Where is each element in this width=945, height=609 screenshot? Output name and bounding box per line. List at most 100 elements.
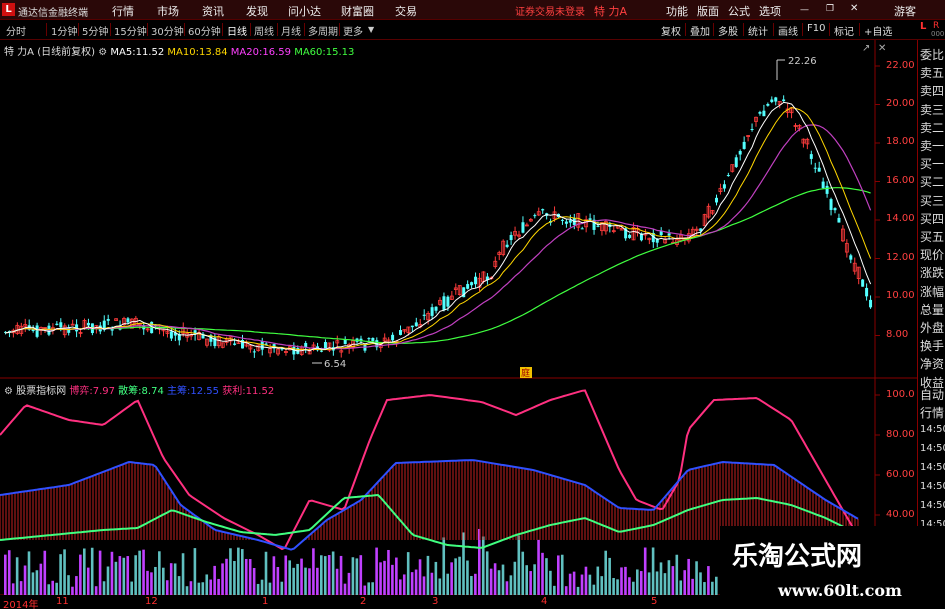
quote-field-label: 涨跌 <box>920 266 945 281</box>
event-marker[interactable]: 庭 <box>521 367 530 379</box>
volume-bar <box>47 584 51 595</box>
menu-ask[interactable]: 问小达 <box>288 3 321 19</box>
volume-bar <box>474 573 477 595</box>
volume-bar <box>209 579 212 595</box>
tab-intraday[interactable]: 分时 <box>6 23 26 38</box>
volume-bar <box>355 558 359 595</box>
candle-body <box>667 233 671 236</box>
candle-body <box>446 296 450 307</box>
price-tick: 10.00 <box>886 290 915 301</box>
tab-more[interactable]: 更多 <box>343 23 363 38</box>
candle-body <box>470 282 474 286</box>
restore-icon[interactable]: ❐ <box>826 4 834 14</box>
corner-l-label: L <box>920 21 927 32</box>
tab-5min[interactable]: 5分钟 <box>82 23 108 38</box>
mark-button[interactable]: 标记 <box>834 23 854 38</box>
volume-bar <box>553 585 556 595</box>
low-price-marker: 6.54 <box>324 359 346 370</box>
game-label: 博弈: <box>69 386 93 397</box>
tab-15min[interactable]: 15分钟 <box>114 23 147 38</box>
volume-bar <box>7 550 11 595</box>
tab-multi-period[interactable]: 多周期 <box>308 23 338 38</box>
multi-stock-button[interactable]: 多股 <box>718 23 738 38</box>
candle-body <box>813 167 817 169</box>
function-button[interactable]: 功能 <box>666 3 688 19</box>
tab-weekly[interactable]: 周线 <box>254 23 274 38</box>
formula-button[interactable]: 公式 <box>728 3 750 19</box>
draw-line-button[interactable]: 画线 <box>778 23 798 38</box>
statistics-button[interactable]: 统计 <box>748 23 768 38</box>
volume-bar <box>560 554 564 595</box>
volume-bar <box>485 551 489 595</box>
volume-bar <box>636 569 639 595</box>
candle-body <box>588 218 592 220</box>
tab-monthly[interactable]: 月线 <box>281 23 301 38</box>
candle-body <box>422 314 426 316</box>
candle-body <box>86 322 90 326</box>
menu-market[interactable]: 市场 <box>157 3 179 19</box>
menu-news[interactable]: 资讯 <box>202 3 224 19</box>
indicator-settings-icon[interactable]: ⚙ <box>4 386 13 397</box>
volume-bar <box>399 579 402 595</box>
ma60-label: MA60: <box>294 47 326 58</box>
menu-trade[interactable]: 交易 <box>395 3 417 19</box>
quote-field-label: 卖一 <box>920 139 945 153</box>
tab-1min[interactable]: 1分钟 <box>51 23 77 38</box>
guest-label[interactable]: 游客 <box>894 3 916 19</box>
title-bar: L 通达信金融终端 行情 市场 资讯 发现 问小达 财富圈 交易 证券交易未登录… <box>0 0 945 20</box>
volume-bar <box>150 572 153 595</box>
volume-bar <box>43 550 47 595</box>
price-tick: 8.00 <box>886 329 909 340</box>
date-tick: 3 <box>432 596 439 607</box>
settings-icon[interactable]: ⚙ <box>98 47 107 58</box>
panel-tab[interactable]: 自动 <box>920 386 944 403</box>
volume-bar <box>284 555 288 595</box>
menu-market-quotes[interactable]: 行情 <box>112 3 134 19</box>
tab-daily[interactable]: 日线 <box>227 23 247 38</box>
add-favorite-button[interactable]: +自选 <box>864 23 892 38</box>
site-watermark: 乐淘公式网 www.60lt.com <box>720 526 945 609</box>
indicator-name[interactable]: 股票指标网 <box>16 386 66 397</box>
date-tick: 12 <box>145 596 158 607</box>
volume-bar <box>481 536 485 595</box>
tab-30min[interactable]: 30分钟 <box>151 23 184 38</box>
restore-rights-button[interactable]: 复权 <box>661 23 681 38</box>
candlestick-chart[interactable]: 22.26 6.54 庭 <box>0 40 917 609</box>
close-icon[interactable]: ✕ <box>850 3 858 14</box>
candle-body <box>252 351 256 353</box>
volume-bar <box>580 574 584 595</box>
candle-body <box>825 185 829 194</box>
volume-bar <box>521 551 525 595</box>
zoom-icon[interactable]: ↗ <box>862 43 870 54</box>
menu-discover[interactable]: 发现 <box>246 3 268 19</box>
panel-tab[interactable]: 行情 <box>920 404 944 421</box>
options-button[interactable]: 选项 <box>759 3 781 19</box>
profit-value: 11.52 <box>245 386 275 397</box>
overlay-button[interactable]: 叠加 <box>690 23 710 38</box>
volume-bar <box>130 581 133 595</box>
volume-bar <box>525 565 528 595</box>
price-tick: 20.00 <box>886 98 915 109</box>
quote-field-label: 卖二 <box>920 120 945 135</box>
candle-body <box>371 337 375 341</box>
candle-body <box>596 225 600 227</box>
f10-button[interactable]: F10 <box>807 23 825 34</box>
menu-wealth[interactable]: 财富圈 <box>341 3 374 19</box>
layout-button[interactable]: 版面 <box>697 3 719 19</box>
main-chips-value: 12.55 <box>190 386 220 397</box>
volume-bar <box>383 560 386 595</box>
volume-bar <box>375 547 378 595</box>
candle-body <box>722 184 726 189</box>
login-notice[interactable]: 证券交易未登录 <box>515 3 585 18</box>
volume-bar <box>272 556 276 595</box>
volume-bar <box>248 559 252 595</box>
adjust-label: (日线前复权) <box>37 47 96 58</box>
candle-body <box>323 342 327 349</box>
volume-bar <box>55 582 58 595</box>
close-pane-icon[interactable]: ✕ <box>878 43 886 54</box>
minimize-icon[interactable]: — <box>800 5 809 15</box>
volume-bar <box>343 583 347 595</box>
tab-60min[interactable]: 60分钟 <box>188 23 221 38</box>
volume-bar <box>711 581 714 595</box>
more-dropdown-icon[interactable]: ▼ <box>368 25 374 34</box>
